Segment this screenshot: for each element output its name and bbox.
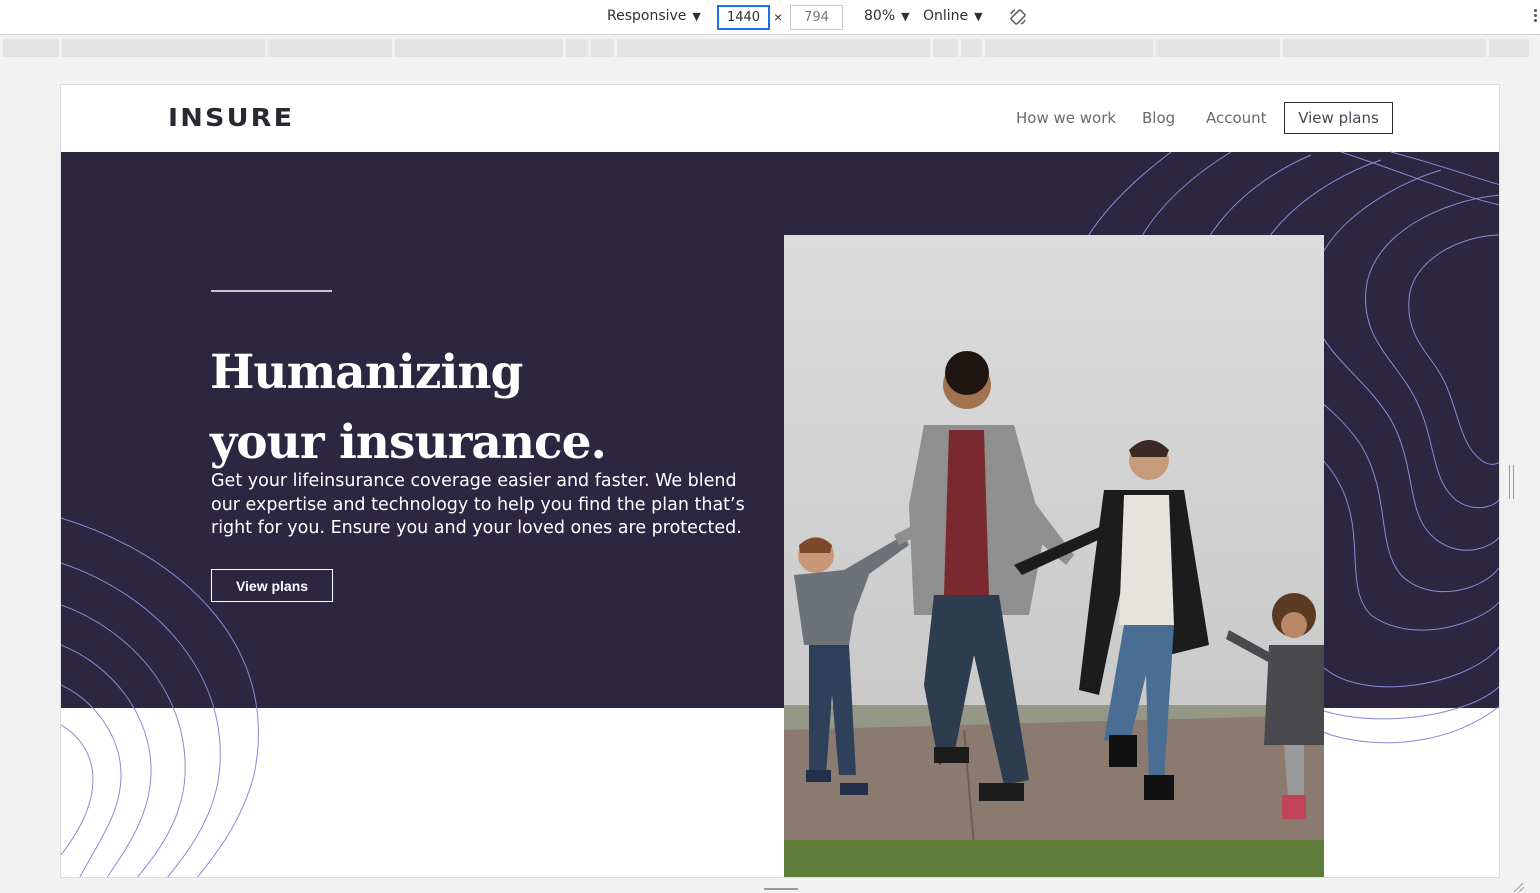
dropdown-caret-icon: ▼ <box>901 10 910 23</box>
ruler-segment[interactable] <box>617 39 930 57</box>
media-query-ruler <box>3 39 1540 57</box>
width-input[interactable]: 1440 <box>717 5 770 30</box>
network-select[interactable]: Online ▼ <box>923 8 983 24</box>
device-select[interactable]: Responsive ▼ <box>607 8 701 24</box>
resize-handle-bottom[interactable] <box>764 888 798 890</box>
dropdown-caret-icon: ▼ <box>974 10 983 23</box>
ruler-segment[interactable] <box>3 39 59 57</box>
ruler-segment[interactable] <box>566 39 588 57</box>
height-input[interactable]: 794 <box>790 5 843 30</box>
ruler-segment[interactable] <box>933 39 958 57</box>
family-photo <box>784 235 1324 877</box>
ruler-segment[interactable] <box>1156 39 1280 57</box>
zoom-select[interactable]: 80% ▼ <box>864 8 910 24</box>
network-label: Online <box>923 8 969 24</box>
ruler-segment[interactable] <box>62 39 265 57</box>
device-label: Responsive <box>607 8 687 24</box>
ruler-segment[interactable] <box>1283 39 1486 57</box>
zoom-label: 80% <box>864 8 896 24</box>
ruler-segment[interactable] <box>985 39 1153 57</box>
devtools-toolbar: Responsive ▼ 1440 × 794 80% ▼ Online ▼ <box>0 0 1540 35</box>
resize-handle-right[interactable] <box>1509 465 1514 499</box>
more-vert-icon[interactable] <box>1534 9 1538 27</box>
ruler-segment[interactable] <box>268 39 392 57</box>
dimension-separator: × <box>774 9 783 25</box>
ruler-segment[interactable] <box>1489 39 1529 57</box>
ruler-segment[interactable] <box>591 39 614 57</box>
ruler-segment[interactable] <box>961 39 982 57</box>
ruler-segment[interactable] <box>395 39 563 57</box>
rotate-icon[interactable] <box>1009 8 1027 26</box>
resize-handle-corner-icon[interactable] <box>1512 883 1526 893</box>
dropdown-caret-icon: ▼ <box>692 10 701 23</box>
device-viewport: INSURE How we work Blog Account View pla… <box>60 84 1500 878</box>
